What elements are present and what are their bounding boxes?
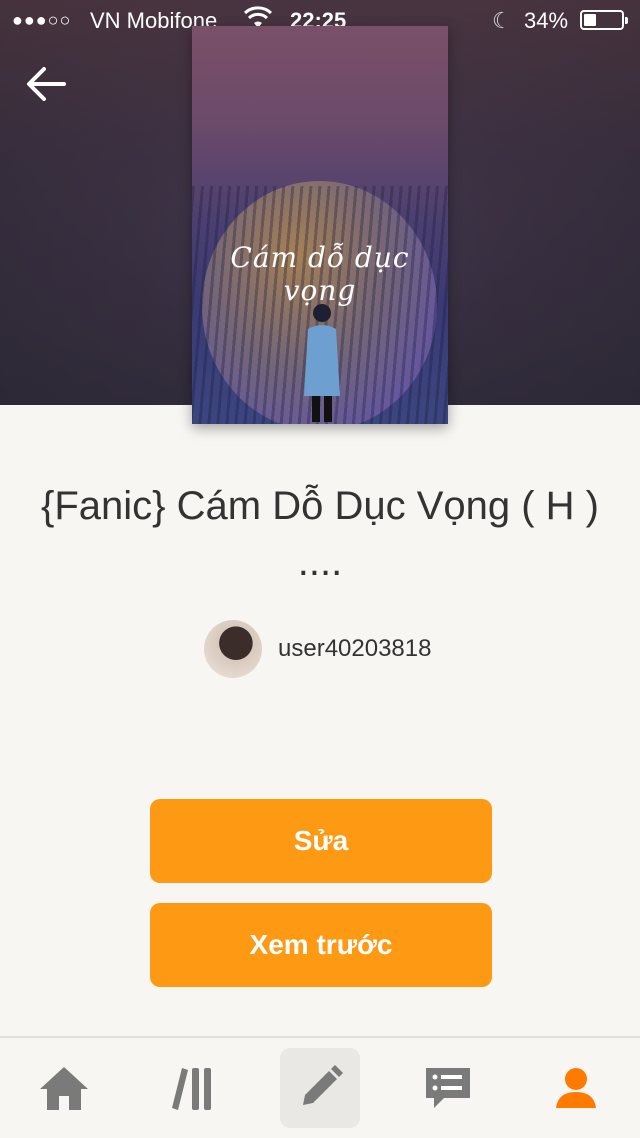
back-button[interactable] bbox=[24, 62, 68, 106]
moon-icon: ☾ bbox=[492, 8, 512, 33]
author-row[interactable]: user40203818 bbox=[204, 620, 431, 678]
tab-library[interactable] bbox=[152, 1048, 232, 1128]
arrow-left-icon bbox=[27, 67, 66, 101]
preview-button[interactable]: Xem trước bbox=[150, 903, 492, 987]
tab-write[interactable] bbox=[280, 1048, 360, 1128]
battery-percent: 34% bbox=[524, 8, 569, 33]
story-cover: Cám dỗ dục vọng bbox=[192, 26, 448, 424]
profile-icon bbox=[556, 1068, 596, 1108]
home-icon bbox=[40, 1067, 88, 1110]
tab-home[interactable] bbox=[24, 1048, 104, 1128]
chat-icon bbox=[426, 1068, 470, 1108]
signal-strength: ●●●○○ bbox=[12, 10, 72, 30]
battery-icon bbox=[580, 10, 628, 30]
cover-title-art: Cám dỗ dục vọng bbox=[230, 241, 410, 307]
cover-figure-art bbox=[304, 304, 340, 422]
edit-button[interactable]: Sửa bbox=[150, 799, 492, 883]
pencil-icon bbox=[303, 1065, 343, 1105]
author-name[interactable]: user40203818 bbox=[278, 635, 431, 663]
story-title: {Fanic} Cám Dỗ Dục Vọng ( H ) .... bbox=[41, 484, 599, 584]
tab-bar bbox=[0, 1036, 640, 1138]
library-icon bbox=[172, 1068, 211, 1110]
avatar[interactable] bbox=[204, 620, 262, 678]
tab-messages[interactable] bbox=[408, 1048, 488, 1128]
tab-profile[interactable] bbox=[536, 1048, 616, 1128]
